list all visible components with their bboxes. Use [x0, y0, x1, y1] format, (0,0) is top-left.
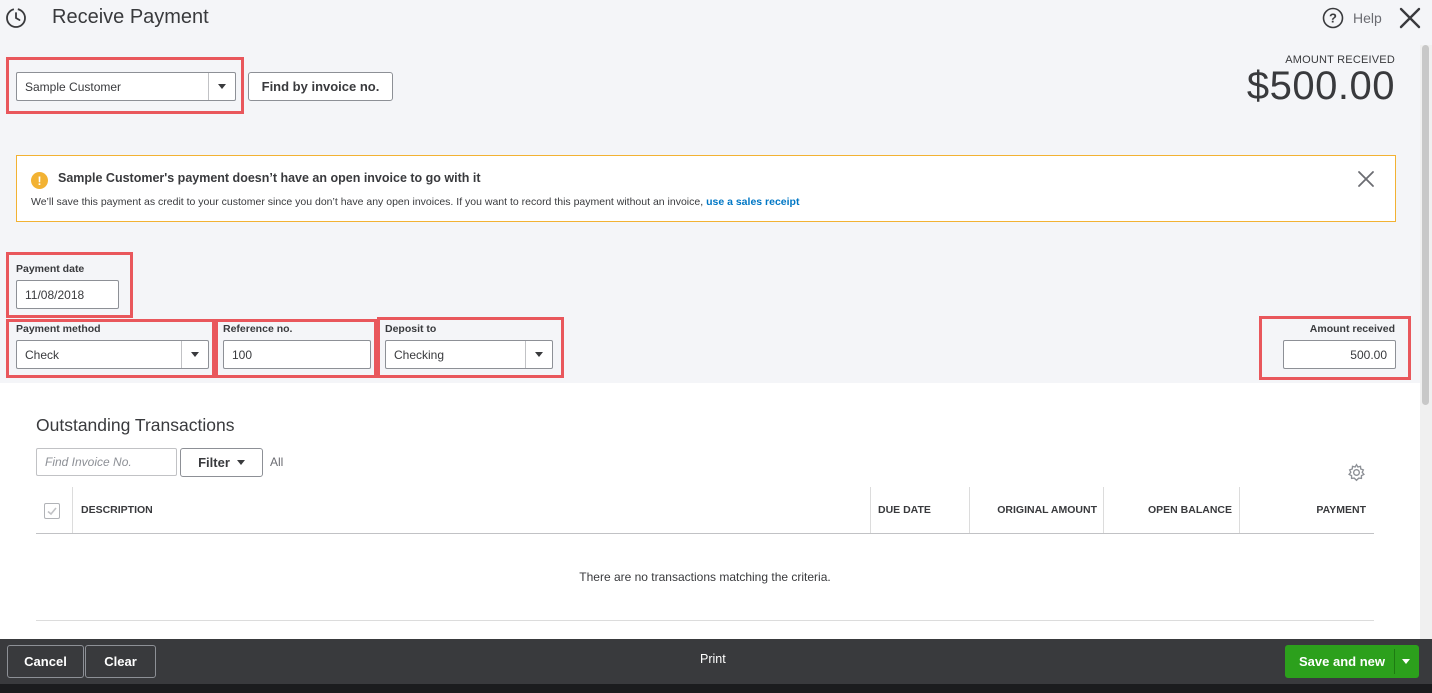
column-header-due-date[interactable]: DUE DATE [878, 487, 931, 533]
help-icon[interactable]: ? [1322, 7, 1344, 29]
customer-select-value: Sample Customer [25, 79, 122, 94]
payment-method-value: Check [25, 347, 60, 362]
find-invoice-placeholder: Find Invoice No. [45, 455, 132, 469]
deposit-to-value: Checking [394, 347, 445, 362]
find-by-invoice-button[interactable]: Find by invoice no. [248, 72, 393, 101]
scrollbar-thumb[interactable] [1422, 45, 1429, 405]
amount-received-input[interactable]: 500.00 [1283, 340, 1396, 369]
filter-value: All [270, 455, 284, 469]
help-link[interactable]: Help [1353, 10, 1382, 26]
amount-received-field-label: Amount received [1309, 323, 1395, 335]
reference-number-value: 100 [232, 347, 253, 362]
chevron-down-icon[interactable] [525, 341, 552, 368]
payment-method-label: Payment method [16, 323, 101, 335]
select-all-checkbox[interactable] [44, 503, 60, 519]
gear-icon[interactable] [1347, 463, 1366, 482]
filter-button[interactable]: Filter [180, 448, 263, 477]
close-icon[interactable] [1357, 170, 1375, 188]
history-icon[interactable] [4, 6, 28, 30]
page-title: Receive Payment [52, 6, 209, 28]
column-divider [870, 487, 871, 533]
svg-text:?: ? [1329, 11, 1337, 26]
deposit-to-label: Deposit to [385, 323, 437, 335]
column-header-original-amount[interactable]: ORIGINAL AMOUNT [997, 487, 1097, 533]
split-divider [1394, 649, 1395, 674]
checkmark-icon [47, 507, 57, 516]
find-invoice-input[interactable]: Find Invoice No. [36, 448, 177, 476]
column-divider [1103, 487, 1104, 533]
alert-banner: ! Sample Customer's payment doesn’t have… [16, 155, 1396, 222]
payment-date-value: 11/08/2018 [25, 287, 85, 302]
amount-received-total: $500.00 [1246, 64, 1395, 108]
column-divider [969, 487, 970, 533]
chevron-down-icon[interactable] [181, 341, 208, 368]
column-divider [1239, 487, 1240, 533]
payment-date-input[interactable]: 11/08/2018 [16, 280, 119, 309]
section-title: Outstanding Transactions [36, 415, 235, 435]
empty-table-message: There are no transactions matching the c… [579, 570, 831, 584]
transactions-table-header: DESCRIPTION DUE DATE ORIGINAL AMOUNT OPE… [36, 487, 1374, 534]
column-header-open-balance[interactable]: OPEN BALANCE [1148, 487, 1232, 533]
footer-bar: Cancel Clear Print Save and new [0, 639, 1432, 684]
table-bottom-border [36, 620, 1374, 621]
payment-method-select[interactable]: Check [16, 340, 209, 369]
alert-title: Sample Customer's payment doesn’t have a… [58, 171, 481, 185]
column-header-description[interactable]: DESCRIPTION [81, 487, 153, 533]
warning-icon: ! [31, 172, 48, 189]
cancel-button[interactable]: Cancel [7, 645, 84, 678]
reference-number-input[interactable]: 100 [223, 340, 371, 369]
filter-label: Filter [198, 455, 230, 470]
chevron-down-icon[interactable] [1402, 659, 1410, 664]
use-sales-receipt-link[interactable]: use a sales receipt [706, 196, 799, 208]
taskbar-strip [0, 684, 1432, 693]
column-header-payment[interactable]: PAYMENT [1316, 487, 1366, 533]
deposit-to-select[interactable]: Checking [385, 340, 553, 369]
column-divider [72, 487, 73, 533]
clear-button[interactable]: Clear [85, 645, 156, 678]
print-link[interactable]: Print [700, 652, 726, 666]
payment-date-label: Payment date [16, 263, 85, 275]
amount-received-value: 500.00 [1350, 347, 1387, 362]
caret-down-icon [236, 460, 245, 465]
alert-message: We’ll save this payment as credit to you… [31, 196, 799, 208]
save-and-new-label: Save and new [1299, 654, 1385, 669]
chevron-down-icon[interactable] [208, 73, 235, 100]
close-icon[interactable] [1398, 6, 1422, 30]
alert-message-text: We’ll save this payment as credit to you… [31, 196, 707, 208]
reference-label: Reference no. [223, 323, 293, 335]
save-and-new-button[interactable]: Save and new [1285, 645, 1419, 678]
customer-select[interactable]: Sample Customer [16, 72, 236, 101]
